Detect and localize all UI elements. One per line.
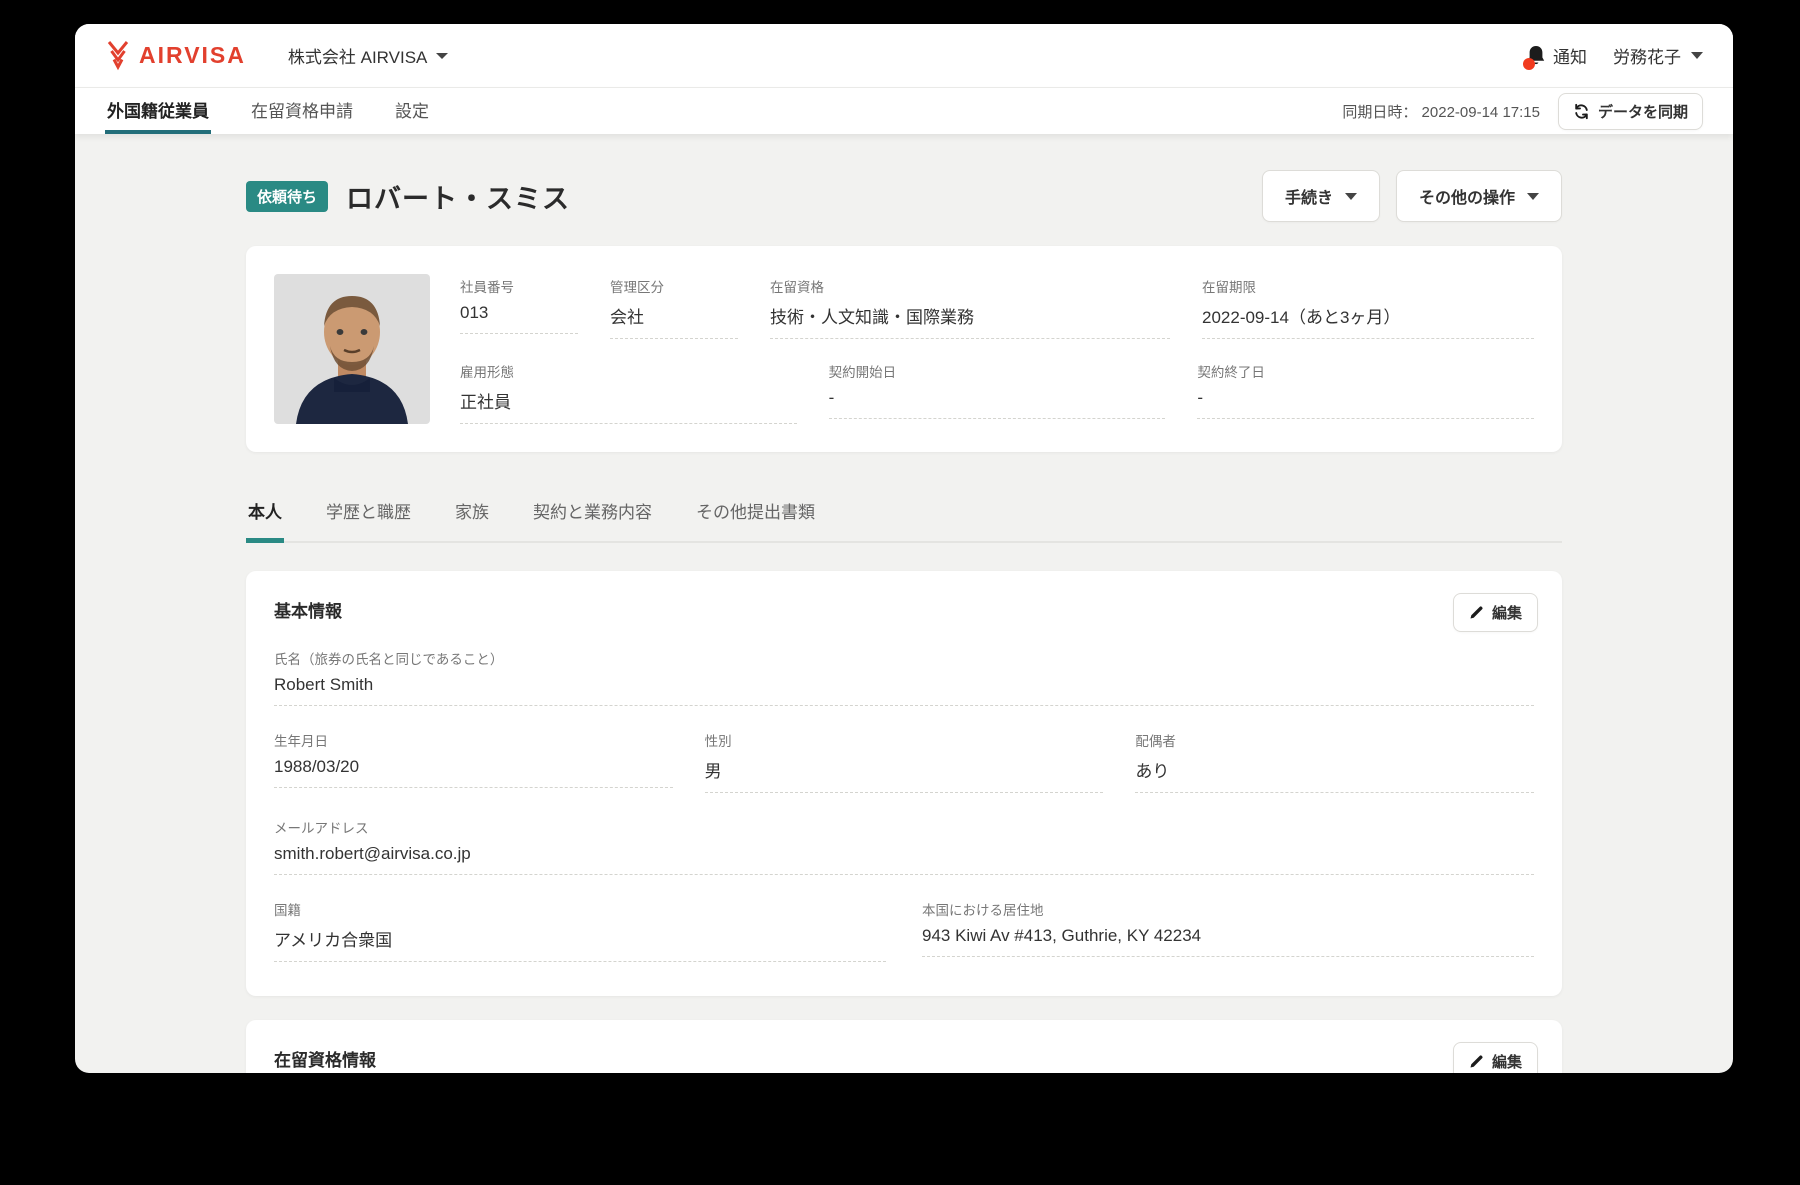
basic-info-field-spouse: 配偶者 あり <box>1135 730 1534 793</box>
airvisa-logo: AIRVISA <box>105 40 246 72</box>
summary-field-contract-end: 契約終了日 - <box>1197 361 1534 424</box>
procedures-button[interactable]: 手続き <box>1261 170 1380 222</box>
sync-datetime: 同期日時： 2022-09-14 17:15 <box>1342 103 1540 121</box>
tab-other-documents[interactable]: その他提出書類 <box>694 498 817 543</box>
basic-info-field-name: 氏名（旅券の氏名と同じであること） Robert Smith <box>274 648 1534 706</box>
refresh-icon <box>1573 103 1590 120</box>
company-selector-label: 株式会社 AIRVISA <box>287 48 428 67</box>
user-menu[interactable]: 労務花子 <box>1613 43 1703 68</box>
summary-field-employee-number: 社員番号 013 <box>460 276 578 339</box>
basic-info-field-gender: 性別 男 <box>704 730 1104 793</box>
summary-field-management-category: 管理区分 会社 <box>610 276 738 339</box>
chevron-down-icon <box>1527 192 1539 200</box>
other-actions-button[interactable]: その他の操作 <box>1395 170 1562 222</box>
data-sync-button[interactable]: データを同期 <box>1557 92 1703 130</box>
company-selector[interactable]: 株式会社 AIRVISA <box>288 43 449 68</box>
notification-label: 通知 <box>1553 48 1587 67</box>
employee-summary-card: 社員番号 013 管理区分 会社 在留資格 技術・人文知識・国際業務 在留期限 … <box>246 246 1562 452</box>
basic-info-card: 基本情報 編集 氏名（旅券の氏名と同じであること） Robert Smith 生… <box>246 571 1562 996</box>
main-nav: 外国籍従業員 在留資格申請 設定 同期日時： 2022-09-14 17:15 … <box>75 88 1733 134</box>
chevron-down-icon <box>1691 52 1703 59</box>
user-name: 労務花子 <box>1613 48 1681 67</box>
residence-info-title: 在留資格情報 <box>274 1051 376 1070</box>
nav-tab-residence-applications[interactable]: 在留資格申請 <box>249 88 355 134</box>
app-header: AIRVISA 株式会社 AIRVISA 通知 労務花子 <box>75 24 1733 88</box>
pencil-icon <box>1469 1054 1484 1069</box>
summary-field-residence-status: 在留資格 技術・人文知識・国際業務 <box>770 276 1170 339</box>
notification-button[interactable]: 通知 <box>1523 43 1587 70</box>
tab-education-career[interactable]: 学歴と職歴 <box>324 498 413 543</box>
notification-badge-dot <box>1523 57 1535 70</box>
chevron-down-icon <box>436 52 449 59</box>
content-area: 依頼待ち ロバート・スミス 手続き その他の操作 社員番号 013 管理区分 会… <box>75 134 1733 1073</box>
basic-info-field-home-address: 本国における居住地 943 Kiwi Av #413, Guthrie, KY … <box>922 899 1534 962</box>
basic-info-title: 基本情報 <box>274 602 342 621</box>
nav-tab-foreign-employees[interactable]: 外国籍従業員 <box>105 88 211 134</box>
residence-info-edit-button[interactable]: 編集 <box>1452 1042 1538 1073</box>
basic-info-field-nationality: 国籍 アメリカ合衆国 <box>274 899 886 962</box>
airvisa-logo-icon <box>105 40 131 72</box>
residence-info-card: 在留資格情報 編集 <box>246 1020 1562 1073</box>
nav-tab-settings[interactable]: 設定 <box>393 88 431 134</box>
summary-field-employment-type: 雇用形態 正社員 <box>460 361 797 424</box>
detail-tabs: 本人 学歴と職歴 家族 契約と業務内容 その他提出書類 <box>246 498 1562 543</box>
tab-contract-duties[interactable]: 契約と業務内容 <box>531 498 654 543</box>
tab-honnin[interactable]: 本人 <box>246 498 284 543</box>
basic-info-field-email: メールアドレス smith.robert@airvisa.co.jp <box>274 817 1534 875</box>
pencil-icon <box>1469 605 1484 620</box>
basic-info-edit-button[interactable]: 編集 <box>1452 593 1538 632</box>
summary-field-contract-start: 契約開始日 - <box>828 361 1166 424</box>
page-title: ロバート・スミス <box>346 183 571 214</box>
basic-info-field-birthdate: 生年月日 1988/03/20 <box>274 730 673 793</box>
airvisa-logo-text: AIRVISA <box>139 42 246 68</box>
app-window: AIRVISA 株式会社 AIRVISA 通知 労務花子 外国籍従業員 在留資格… <box>75 24 1733 1073</box>
chevron-down-icon <box>1344 192 1357 200</box>
status-badge: 依頼待ち <box>246 180 329 212</box>
tab-family[interactable]: 家族 <box>453 498 491 543</box>
employee-photo <box>274 274 430 424</box>
summary-field-residence-expiry: 在留期限 2022-09-14（あと3ヶ月） <box>1202 276 1534 339</box>
